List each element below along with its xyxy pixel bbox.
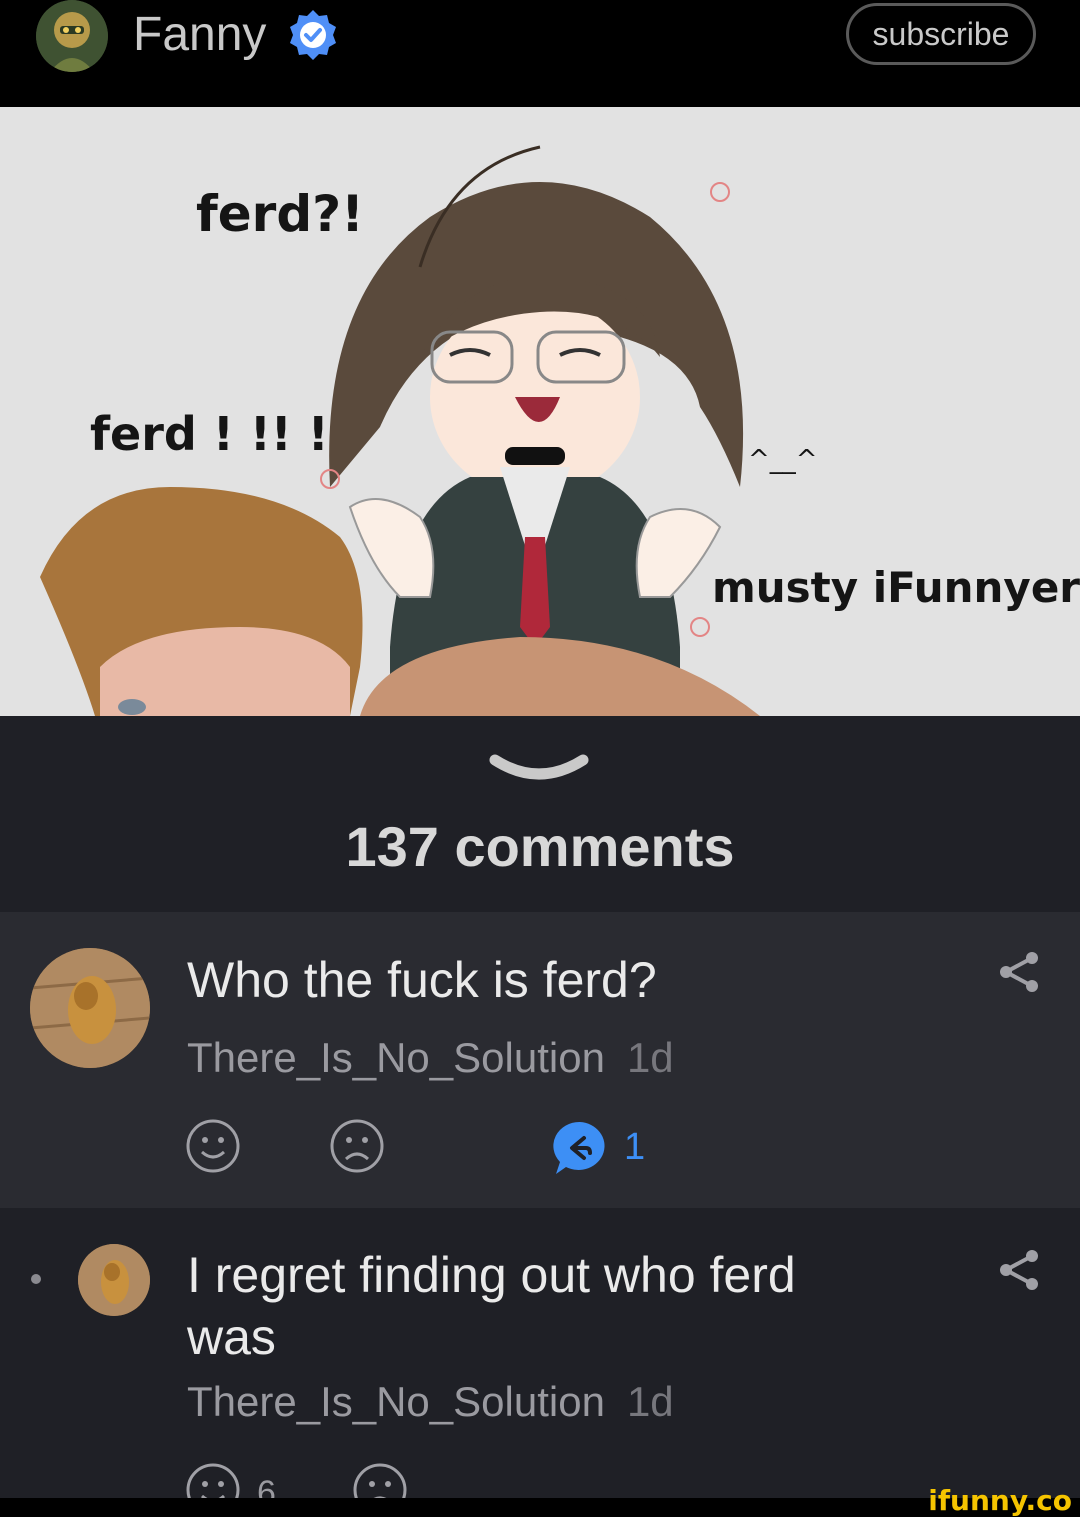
meme-caption-2: ferd ! !! ! [90, 407, 329, 461]
thread-dot [31, 1274, 41, 1284]
meme-caption-3: ^__^ [748, 445, 818, 475]
unsmile-icon[interactable] [352, 1462, 408, 1498]
top-bar: Fanny subscribe [0, 0, 1080, 107]
meme-caption-1: ferd?! [196, 185, 364, 243]
comment-item: Who the fuck is ferd? There_Is_No_Soluti… [0, 912, 1080, 1208]
unsmile-icon[interactable] [329, 1118, 385, 1174]
comment-text-line-1: I regret finding out who ferd [187, 1247, 796, 1303]
chevron-down-icon[interactable] [489, 752, 589, 786]
comment-author[interactable]: There_Is_No_Solution [187, 1034, 605, 1081]
comment-item: I regret finding out who ferd was There_… [0, 1208, 1080, 1498]
author-name[interactable]: Fanny [133, 4, 266, 66]
comment-author[interactable]: There_Is_No_Solution [187, 1378, 605, 1425]
verified-badge-icon [290, 10, 336, 60]
comment-time: 1d [626, 1034, 674, 1081]
comment-text: I regret finding out who ferd was [187, 1244, 796, 1368]
comment-text: Who the fuck is ferd? [187, 952, 657, 1008]
ifunny-watermark: ifunny.co [928, 1484, 1072, 1517]
comment-meta: There_Is_No_Solution 1d [187, 1034, 674, 1082]
commenter-avatar[interactable] [30, 948, 150, 1068]
author-avatar[interactable] [36, 0, 108, 72]
comments-count: 137 comments [345, 815, 735, 878]
reply-count[interactable]: 1 [624, 1126, 645, 1169]
share-icon[interactable] [998, 1248, 1042, 1292]
comment-meta: There_Is_No_Solution 1d [187, 1378, 674, 1426]
commenter-avatar[interactable] [78, 1244, 150, 1316]
smile-count: 6 [257, 1474, 276, 1498]
footer-bar [0, 1498, 1080, 1516]
share-icon[interactable] [998, 950, 1042, 994]
smile-icon[interactable] [185, 1118, 241, 1174]
comment-time: 1d [626, 1378, 674, 1425]
meme-caption-4: musty iFunnyer [712, 563, 1080, 612]
comment-text-line-2: was [187, 1309, 276, 1365]
smile-icon[interactable] [185, 1462, 241, 1498]
subscribe-button[interactable]: subscribe [846, 3, 1036, 65]
reply-icon[interactable] [552, 1120, 608, 1176]
meme-image: ferd?! ferd ! !! ! ^__^ musty iFunnyer [0, 107, 1080, 716]
